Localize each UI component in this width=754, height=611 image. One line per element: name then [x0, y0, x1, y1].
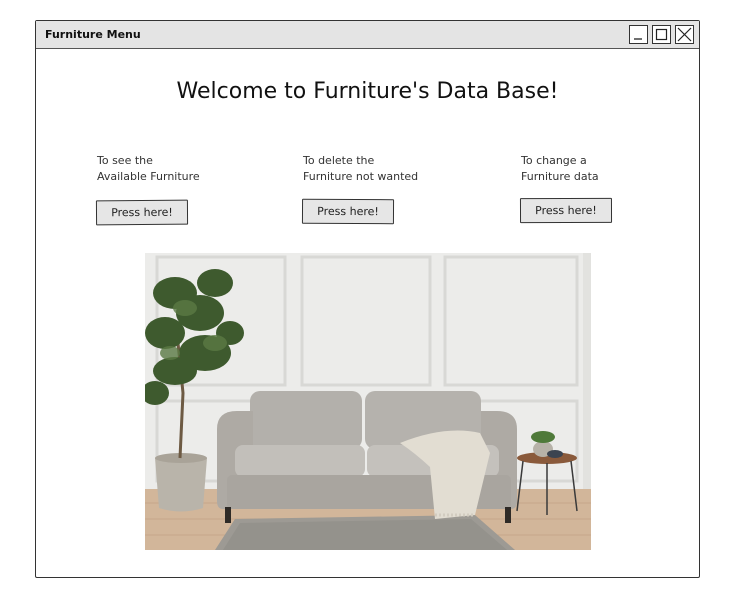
change-furniture-button[interactable]: Press here!: [519, 197, 613, 224]
page-title: Welcome to Furniture's Data Base!: [176, 79, 559, 104]
living-room-sofa-photo: [145, 253, 591, 550]
view-furniture-button[interactable]: Press here!: [95, 199, 189, 226]
delete-furniture-button[interactable]: Press here!: [301, 198, 395, 225]
title-bar: Furniture Menu: [36, 21, 699, 49]
change-furniture-description: To change a Furniture data: [521, 154, 599, 183]
maximize-button[interactable]: [652, 25, 671, 44]
window-title: Furniture Menu: [45, 28, 141, 41]
maximize-icon: [655, 28, 668, 41]
close-icon: [677, 27, 692, 42]
minimize-button[interactable]: [629, 25, 648, 44]
close-button[interactable]: [675, 25, 694, 44]
view-furniture-description: To see the Available Furniture: [97, 154, 200, 183]
app-window: Furniture Menu Welcome to Furniture's Da…: [35, 20, 700, 578]
delete-furniture-description: To delete the Furniture not wanted: [303, 154, 419, 183]
minimize-icon: [634, 38, 642, 40]
